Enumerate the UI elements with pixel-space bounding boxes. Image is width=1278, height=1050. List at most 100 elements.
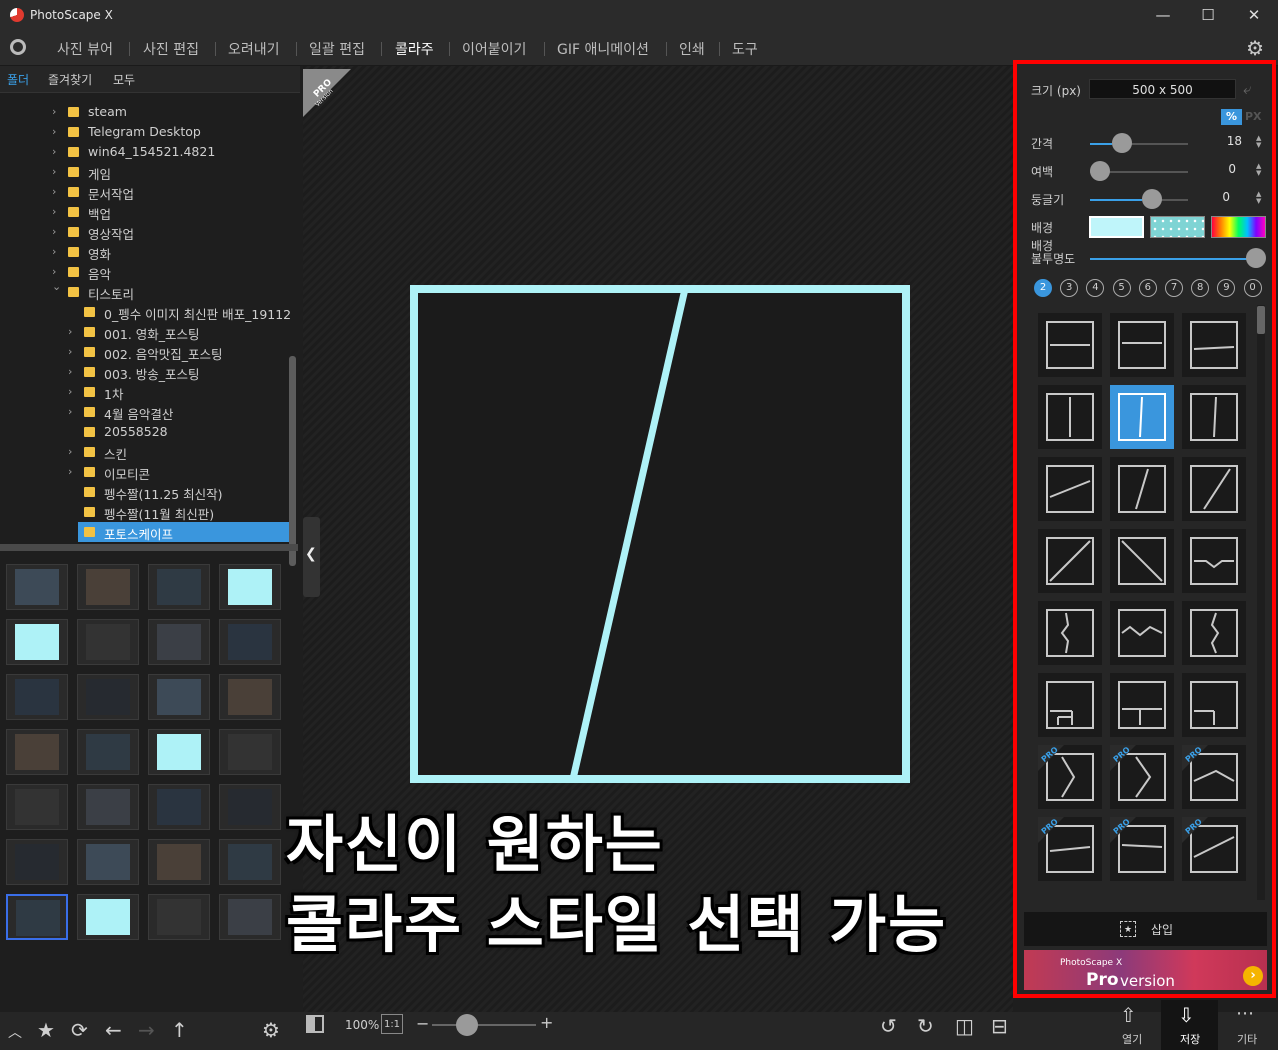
thumbnail[interactable]: [219, 894, 281, 940]
menu-tools[interactable]: 도구: [732, 39, 758, 59]
menu-gif-animation[interactable]: GIF 애니메이션: [557, 39, 649, 59]
actual-size-button[interactable]: 1:1: [381, 1014, 403, 1034]
chevron-right-icon[interactable]: ›: [52, 245, 56, 258]
photo-count-3[interactable]: 3: [1060, 279, 1079, 297]
layout-tile[interactable]: [1182, 457, 1246, 521]
spacing-slider-knob[interactable]: [1111, 133, 1132, 153]
tree-item[interactable]: 0_펭수 이미지 최신판 배포_191125: [0, 302, 290, 322]
background-pattern-swatch[interactable]: [1150, 216, 1205, 238]
arrow-up-icon[interactable]: ↑: [171, 1018, 188, 1042]
photo-count-5[interactable]: 5: [1112, 279, 1131, 297]
thumbnail[interactable]: [219, 674, 281, 720]
thumbnail[interactable]: [77, 784, 139, 830]
thumbnail[interactable]: [219, 729, 281, 775]
thumbnail[interactable]: [148, 674, 210, 720]
tree-scrollbar[interactable]: [289, 356, 296, 566]
tree-item[interactable]: › 음악: [0, 262, 290, 282]
tree-item[interactable]: › 백업: [0, 202, 290, 222]
tree-item[interactable]: › win64_154521.4821: [0, 142, 290, 162]
photo-count-7[interactable]: 7: [1165, 279, 1183, 297]
layout-tile[interactable]: [1038, 673, 1102, 737]
layout-scrollbar-track[interactable]: [1257, 305, 1265, 900]
tree-item[interactable]: 펭수짤(11월 최신판): [0, 502, 290, 522]
fit-view-icon[interactable]: [306, 1015, 324, 1033]
layout-tile[interactable]: [1182, 673, 1246, 737]
chevron-right-icon[interactable]: ›: [52, 205, 56, 218]
chevron-right-icon[interactable]: ›: [52, 165, 56, 178]
zoom-slider-track[interactable]: [432, 1024, 536, 1026]
layout-tile[interactable]: [1038, 529, 1102, 593]
unit-percent-toggle[interactable]: %: [1221, 109, 1242, 125]
chevron-right-icon[interactable]: ›: [68, 365, 72, 378]
opacity-slider-knob[interactable]: [1246, 248, 1266, 268]
menu-photo-editor[interactable]: 사진 편집: [143, 39, 199, 59]
unit-px-toggle[interactable]: PX: [1245, 109, 1262, 125]
swap-size-icon[interactable]: ⤶: [1243, 80, 1251, 98]
tree-item[interactable]: › Telegram Desktop: [0, 122, 290, 142]
layout-tile[interactable]: PRO: [1182, 817, 1246, 881]
thumbnail[interactable]: [148, 839, 210, 885]
chevron-right-icon[interactable]: ›: [68, 445, 72, 458]
maximize-button[interactable]: ☐: [1193, 4, 1223, 26]
chevron-right-icon[interactable]: ›: [68, 385, 72, 398]
arrow-left-icon[interactable]: ←: [105, 1018, 122, 1042]
photo-count-6[interactable]: 6: [1138, 279, 1157, 297]
tree-item[interactable]: › 이모티콘: [0, 462, 290, 482]
spacing-stepper-icon[interactable]: ▲ ▼: [1256, 135, 1261, 149]
thumbnail[interactable]: [77, 839, 139, 885]
chevron-right-icon[interactable]: ›: [68, 465, 72, 478]
thumbnail[interactable]: [77, 674, 139, 720]
layout-tile[interactable]: PRO: [1038, 817, 1102, 881]
thumbnail[interactable]: [77, 619, 139, 665]
layout-tile[interactable]: [1110, 385, 1174, 449]
layout-tile[interactable]: PRO: [1182, 745, 1246, 809]
thumbnail[interactable]: [6, 784, 68, 830]
chevron-right-icon[interactable]: ›: [52, 145, 56, 158]
chevron-right-icon[interactable]: ›: [68, 345, 72, 358]
layout-tile[interactable]: [1038, 385, 1102, 449]
thumbnail[interactable]: [219, 619, 281, 665]
photo-count-2[interactable]: 2: [1034, 279, 1052, 297]
rotate-right-icon[interactable]: ↻: [917, 1014, 934, 1038]
open-icon[interactable]: ⇧: [1120, 1003, 1137, 1027]
chevron-right-icon[interactable]: ›: [68, 325, 72, 338]
pro-version-banner[interactable]: PhotoScape X Pro version ›: [1024, 950, 1267, 990]
tree-item[interactable]: 펭수짤(11.25 최신작): [0, 482, 290, 502]
home-logo-icon[interactable]: [10, 39, 26, 55]
menu-photo-viewer[interactable]: 사진 뷰어: [57, 39, 113, 59]
rotate-left-icon[interactable]: ↺: [880, 1014, 897, 1038]
layout-tile[interactable]: [1038, 313, 1102, 377]
size-input[interactable]: 500 x 500: [1089, 79, 1236, 99]
tree-item[interactable]: ⌄ 티스토리: [0, 280, 290, 302]
layout-tile[interactable]: [1182, 529, 1246, 593]
minimize-button[interactable]: —: [1148, 4, 1178, 26]
layout-tile[interactable]: [1110, 673, 1174, 737]
save-button-label[interactable]: 저장: [1180, 1031, 1200, 1047]
chevron-right-icon[interactable]: ›: [68, 405, 72, 418]
thumbnail[interactable]: [148, 619, 210, 665]
arrow-right-icon[interactable]: →: [138, 1018, 155, 1042]
zoom-in-button[interactable]: +: [540, 1013, 553, 1032]
zoom-slider-knob[interactable]: [456, 1014, 478, 1036]
tree-item[interactable]: › 영화: [0, 242, 290, 262]
thumbnail[interactable]: [148, 564, 210, 610]
layout-tile[interactable]: PRO: [1110, 745, 1174, 809]
margin-stepper-icon[interactable]: ▲ ▼: [1256, 163, 1261, 177]
refresh-icon[interactable]: ⟳: [71, 1018, 88, 1042]
gear-icon[interactable]: ⚙: [262, 1018, 280, 1042]
tree-item[interactable]: › 영상작업: [0, 222, 290, 242]
thumbnail[interactable]: [77, 564, 139, 610]
chevron-right-icon[interactable]: ›: [52, 265, 56, 278]
spacing-value[interactable]: 18: [1200, 134, 1242, 148]
tree-item[interactable]: › steam: [0, 102, 290, 122]
tree-item[interactable]: › 4월 음악결산: [0, 402, 290, 422]
flip-horizontal-icon[interactable]: ◫: [955, 1014, 974, 1038]
margin-slider-knob[interactable]: [1090, 161, 1110, 181]
thumbnail[interactable]: [6, 729, 68, 775]
chevron-right-icon[interactable]: ›: [52, 125, 56, 138]
rounding-slider-knob[interactable]: [1142, 189, 1162, 209]
gear-icon[interactable]: ⚙: [1246, 36, 1264, 60]
margin-value[interactable]: 0: [1194, 162, 1236, 176]
tree-item[interactable]: 포토스케이프: [78, 522, 289, 542]
chevron-left-icon[interactable]: ❮: [305, 546, 317, 562]
